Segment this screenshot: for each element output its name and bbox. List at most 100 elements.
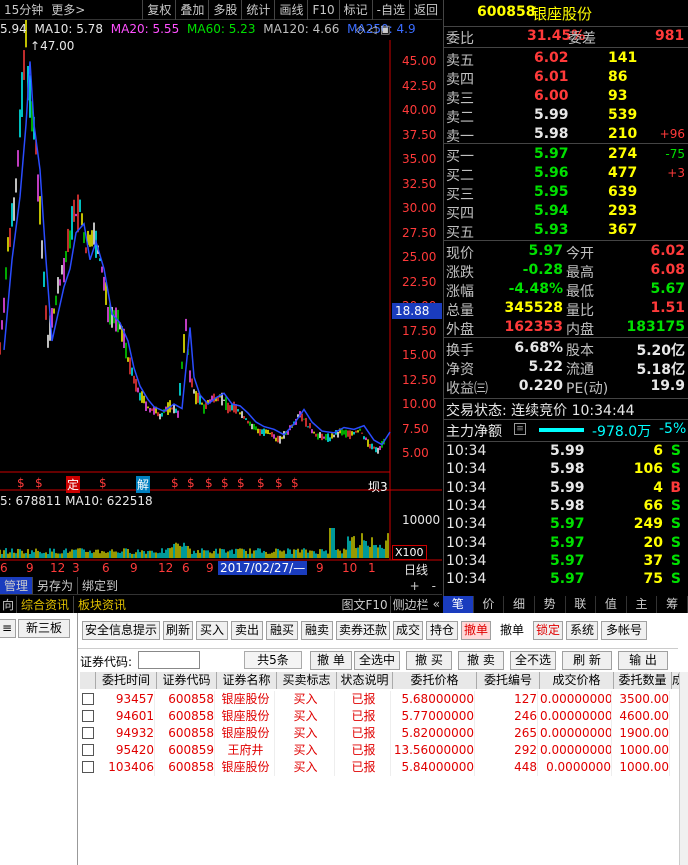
more-menu[interactable]: 更多> [47,0,89,20]
event-marker[interactable]: $ [290,476,300,490]
row-checkbox[interactable] [82,744,94,756]
trade-toolbar-button[interactable]: 安全信息提示 [82,621,160,640]
tick-time: 10:34 [446,534,487,551]
trade-toolbar-button[interactable]: 买入 [196,621,228,640]
quote-tab[interactable]: 笔 [443,596,474,613]
event-marker[interactable]: $ [16,476,26,490]
quote-tab[interactable]: 细 [504,596,535,613]
period-label[interactable]: 日线 [404,561,428,578]
quote-tab[interactable]: 价 [474,596,505,613]
diamond-icon[interactable]: ◇ [356,23,364,36]
code-input[interactable] [138,651,200,669]
table-header[interactable]: 委托价格 [393,672,477,689]
ask-price[interactable]: 6.01 [534,69,569,85]
trade-toolbar-button[interactable]: 刷新 [163,621,193,640]
row-checkbox[interactable] [82,693,94,705]
trade-toolbar-button[interactable]: 撤单 [494,621,530,640]
table-header[interactable]: 委托数量 [614,672,672,689]
table-header[interactable]: 买卖标志 [277,672,337,689]
table-header[interactable]: 证券代码 [157,672,217,689]
plus-icon[interactable]: + [404,579,426,593]
order-action-button[interactable]: 撤 买 [406,651,452,670]
f10-button[interactable]: F10 [307,0,338,20]
bid-price[interactable]: 5.95 [534,184,569,200]
quote-tab[interactable]: 筹 [657,596,688,613]
minus-icon[interactable]: - [426,579,442,593]
bid-price[interactable]: 5.97 [534,146,569,162]
trade-toolbar-button[interactable]: 多帐号 [601,621,647,640]
row-checkbox[interactable] [82,761,94,773]
bid-price[interactable]: 5.93 [534,222,569,238]
trade-toolbar-button[interactable]: 锁定 [533,621,563,640]
event-marker[interactable]: $ [220,476,230,490]
sidebar-button[interactable]: 侧边栏 [389,595,431,613]
table-header[interactable]: 成交价格 [540,672,614,689]
quote-tab[interactable]: 主 [627,596,658,613]
statistics-button[interactable]: 统计 [241,0,274,20]
row-checkbox[interactable] [82,710,94,722]
overlay-button[interactable]: 叠加 [175,0,208,20]
tab-sector-news[interactable]: 板块资讯 [73,595,130,613]
left-tab-1[interactable]: ≡ [0,619,16,638]
tab-save-as[interactable]: 另存为 [32,577,77,594]
event-marker[interactable]: $ [274,476,284,490]
back-button[interactable]: 返回 [408,0,442,20]
tool-icon[interactable]: ▣ [380,23,390,36]
left-arrow-icon[interactable]: ◁ [368,23,376,36]
bid-price[interactable]: 5.96 [534,165,569,181]
event-marker[interactable]: $ [34,476,44,490]
remove-watchlist-button[interactable]: -自选 [371,0,409,20]
tab-direction[interactable]: 向 [0,596,16,613]
order-action-button[interactable]: 刷 新 [562,651,612,670]
event-marker[interactable]: $ [170,476,180,490]
ask-price[interactable]: 5.99 [534,107,569,123]
trade-toolbar-button[interactable]: 成交 [393,621,423,640]
trade-toolbar-button[interactable]: 融买 [266,621,298,640]
ask-price[interactable]: 6.00 [534,88,569,104]
event-marker[interactable]: $ [236,476,246,490]
order-action-button[interactable]: 输 出 [618,651,668,670]
event-marker[interactable]: $ [98,476,108,490]
trade-toolbar-button[interactable]: 卖出 [231,621,263,640]
kline-chart[interactable]: 5.94 MA10: 5.78 MA20: 5.55 MA60: 5.23 MA… [0,20,442,595]
order-action-button[interactable]: 全不选 [510,651,556,670]
table-header[interactable]: 状态说明 [337,672,393,689]
event-marker[interactable]: 定 [66,476,81,493]
mark-button[interactable]: 标记 [338,0,372,20]
order-action-button[interactable]: 撤 卖 [458,651,504,670]
new-third-board-tab[interactable]: 新三板 [18,619,70,638]
ask-price[interactable]: 6.02 [534,50,569,66]
f10-text-button[interactable]: 图文F10 [339,596,389,613]
event-marker[interactable]: $ [186,476,196,490]
event-marker[interactable]: $ [204,476,214,490]
event-marker[interactable]: 解 [136,476,151,493]
expand-icon[interactable]: « [431,597,442,611]
trade-toolbar-button[interactable]: 系统 [566,621,598,640]
event-marker[interactable]: $ [256,476,266,490]
restore-rights-button[interactable]: 复权 [142,0,175,20]
trade-toolbar-button[interactable]: 卖券还款 [336,621,390,640]
draw-line-button[interactable]: 画线 [274,0,307,20]
quote-tab[interactable]: 联 [566,596,597,613]
period-selector[interactable]: 15分钟 [0,0,47,20]
table-header[interactable]: 委托编号 [477,672,540,689]
multi-stock-button[interactable]: 多股 [208,0,241,20]
trade-toolbar-button[interactable]: 撤单 [461,621,491,640]
list-icon[interactable]: ≡ [514,423,526,435]
ask-price[interactable]: 5.98 [534,126,569,142]
table-header[interactable]: 证券名称 [217,672,277,689]
order-action-button[interactable]: 全选中 [354,651,400,670]
table-header[interactable]: 委托时间 [96,672,157,689]
row-checkbox[interactable] [82,727,94,739]
quote-tab[interactable]: 势 [535,596,566,613]
bid-price[interactable]: 5.94 [534,203,569,219]
order-action-button[interactable]: 撤 单 [310,651,352,670]
trade-toolbar-button[interactable]: 持仓 [426,621,458,640]
quote-tab[interactable]: 值 [596,596,627,613]
trade-toolbar-button[interactable]: 融卖 [301,621,333,640]
table-header[interactable] [80,672,96,689]
tab-bind-to[interactable]: 绑定到 [77,577,122,594]
vertical-scrollbar[interactable] [679,672,688,865]
tab-manage[interactable]: 管理 [0,577,33,594]
tab-news[interactable]: 综合资讯 [16,595,73,613]
